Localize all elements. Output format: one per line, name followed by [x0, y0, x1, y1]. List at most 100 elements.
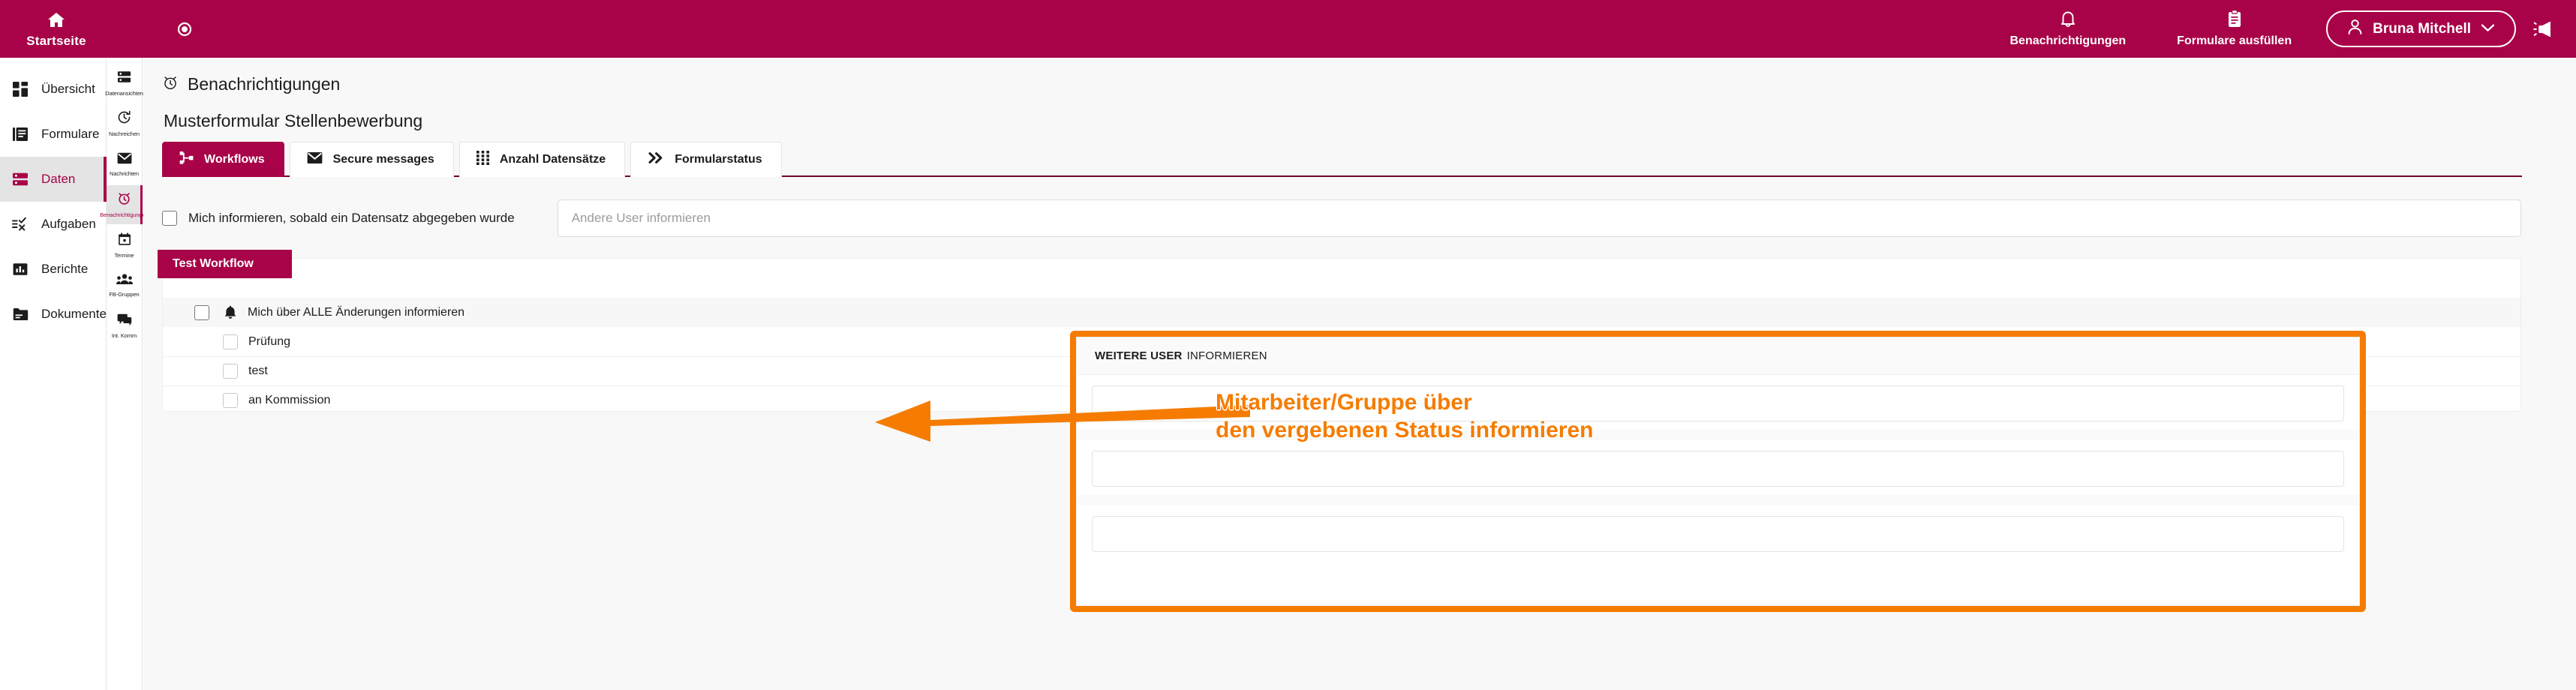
- page-header: Benachrichtigungen: [162, 74, 2521, 94]
- rail-item-int-komm[interactable]: Int. Komm: [107, 307, 142, 346]
- home-button[interactable]: Startseite: [0, 9, 113, 49]
- sidebar-item-label: Berichte: [41, 262, 89, 276]
- eye-icon[interactable]: [176, 21, 193, 38]
- annotation-callout-line1: Mitarbeiter/Gruppe über: [1216, 390, 1472, 415]
- tab-secure-messages[interactable]: Secure messages: [289, 142, 454, 177]
- user-icon: [2347, 19, 2363, 39]
- clipboard-icon: [2227, 10, 2242, 32]
- megaphone-icon[interactable]: [2532, 20, 2559, 39]
- tab-label: Secure messages: [332, 153, 434, 166]
- tab-anzahl-datensaetze[interactable]: Anzahl Datensätze: [458, 142, 626, 177]
- workflow-badge: Test Workflow: [158, 250, 292, 278]
- inform-me-checkbox[interactable]: [162, 211, 177, 226]
- user-field-3[interactable]: [1092, 516, 2344, 552]
- top-bar-right: Benachrichtigungen Formulare ausfüllen B…: [1984, 10, 2576, 48]
- database-icon: [117, 70, 131, 88]
- rail-item-label: Datenansichten: [105, 90, 143, 98]
- rail-item-label: Nachrichten: [110, 170, 139, 177]
- topbar-notifications-label: Benachrichtigungen: [2009, 34, 2127, 47]
- tab-formularstatus[interactable]: Formularstatus: [630, 142, 782, 177]
- workflow-row-all-changes[interactable]: Mich über ALLE Änderungen informieren: [163, 298, 2520, 327]
- workflow-row-checkbox[interactable]: [194, 304, 209, 320]
- sidebar-item-daten[interactable]: Daten: [0, 157, 107, 202]
- form-subtitle: Musterformular Stellenbewerbung: [164, 111, 423, 130]
- rail-item-label: Termine: [114, 251, 134, 259]
- user-menu-button[interactable]: Bruna Mitchell: [2326, 10, 2516, 47]
- workflow-row-label: Mich über ALLE Änderungen informieren: [248, 305, 465, 319]
- alarm-icon: [162, 74, 179, 94]
- panel-divider-2: [1077, 495, 2359, 506]
- envelope-icon: [307, 152, 323, 168]
- sidebar-item-uebersicht[interactable]: Übersicht: [0, 67, 106, 112]
- inform-me-label: Mich informieren, sobald ein Datensatz a…: [188, 211, 515, 225]
- top-bar: Startseite Benachrichtigungen Formulare …: [0, 0, 2576, 58]
- inform-other-users-placeholder: Andere User informieren: [571, 211, 711, 225]
- topbar-notifications-button[interactable]: Benachrichtigungen: [1984, 10, 2151, 48]
- grid-icon: [476, 151, 489, 169]
- sidebar-item-berichte[interactable]: Berichte: [0, 247, 106, 292]
- inform-row: Mich informieren, sobald ein Datensatz a…: [162, 200, 2521, 237]
- panel-title-rest: INFORMIEREN: [1186, 350, 1267, 362]
- envelope-icon: [117, 152, 132, 168]
- panel-title-strong: WEITERE USER: [1095, 350, 1183, 362]
- rail-item-nachrichten[interactable]: Nachrichten: [107, 145, 142, 184]
- panel-header: WEITERE USER INFORMIEREN: [1077, 338, 2359, 375]
- rail-item-label: Int. Komm: [111, 332, 137, 340]
- rail-item-fb-gruppen[interactable]: FB-Gruppen: [107, 266, 142, 305]
- workflow-row-label: test: [248, 364, 268, 377]
- topbar-fillforms-label: Formulare ausfüllen: [2177, 34, 2292, 47]
- home-label: Startseite: [26, 34, 86, 48]
- tab-bar: Workflows Secure messages Anzahl Datensä…: [162, 142, 2522, 177]
- workflow-row-checkbox[interactable]: [223, 334, 238, 350]
- tab-label: Anzahl Datensätze: [499, 153, 606, 166]
- home-icon: [47, 12, 65, 32]
- page-title: Benachrichtigungen: [188, 74, 341, 94]
- rail-item-nachreichen[interactable]: Nachreichen: [107, 104, 142, 143]
- chevron-down-icon: [2481, 22, 2495, 36]
- rail-item-datenansichten[interactable]: Datenansichten: [105, 64, 143, 103]
- rail-item-label: Nachreichen: [108, 130, 140, 138]
- inform-other-users-input[interactable]: Andere User informieren: [557, 200, 2521, 237]
- rail-item-label: Benachrichtigungen: [100, 212, 149, 219]
- tab-label: Workflows: [204, 153, 265, 166]
- top-bar-left: Startseite: [0, 9, 193, 49]
- annotation-highlight-box: WEITERE USER INFORMIEREN: [1070, 331, 2366, 612]
- forms-icon: [12, 127, 29, 142]
- bell-icon: [224, 305, 237, 320]
- sidebar-item-dokumente[interactable]: Dokumente: [0, 292, 107, 337]
- sidebar-item-aufgaben[interactable]: Aufgaben: [0, 202, 106, 247]
- annotation-callout-line2: den vergebenen Status informieren: [1216, 417, 1594, 442]
- chart-icon: [12, 262, 29, 277]
- user-name: Bruna Mitchell: [2373, 20, 2471, 37]
- left-arrow-icon: [863, 390, 1253, 446]
- rail-item-termine[interactable]: Termine: [107, 226, 142, 265]
- alarm-icon: [117, 191, 131, 209]
- workflow-icon: [179, 151, 194, 169]
- workflow-row-checkbox[interactable]: [223, 393, 238, 408]
- tasks-icon: [12, 217, 29, 232]
- rail-item-benachrichtigungen[interactable]: Benachrichtigungen: [100, 185, 149, 224]
- workflow-row-checkbox[interactable]: [223, 364, 238, 379]
- workflow-row-label: Prüfung: [248, 334, 291, 348]
- sidebar-item-label: Aufgaben: [41, 217, 96, 231]
- chat-icon: [117, 314, 132, 330]
- sidebar-item-label: Daten: [41, 172, 76, 186]
- sidebar: Übersicht Formulare Daten Aufgaben Beric…: [0, 58, 107, 690]
- database-icon: [12, 172, 29, 187]
- inform-me-checkbox-row[interactable]: Mich informieren, sobald ein Datensatz a…: [162, 211, 515, 226]
- dashboard-icon: [12, 82, 29, 97]
- topbar-fillforms-button[interactable]: Formulare ausfüllen: [2151, 10, 2317, 48]
- rail-item-label: FB-Gruppen: [109, 291, 140, 298]
- tab-workflows[interactable]: Workflows: [162, 142, 284, 177]
- double-chevron-right-icon: [648, 151, 664, 169]
- folder-icon: [12, 308, 29, 321]
- sidebar-item-formulare[interactable]: Formulare: [0, 112, 106, 157]
- tab-label: Formularstatus: [675, 153, 762, 166]
- sidebar-item-label: Übersicht: [41, 82, 95, 96]
- user-field-2[interactable]: [1092, 451, 2344, 487]
- sidebar-item-label: Dokumente: [41, 307, 107, 321]
- bell-icon: [2060, 10, 2076, 32]
- annotation-callout-text: Mitarbeiter/Gruppe über den vergebenen S…: [1216, 389, 1593, 444]
- calendar-icon: [118, 232, 131, 250]
- inform-more-users-panel: WEITERE USER INFORMIEREN: [1076, 337, 2360, 606]
